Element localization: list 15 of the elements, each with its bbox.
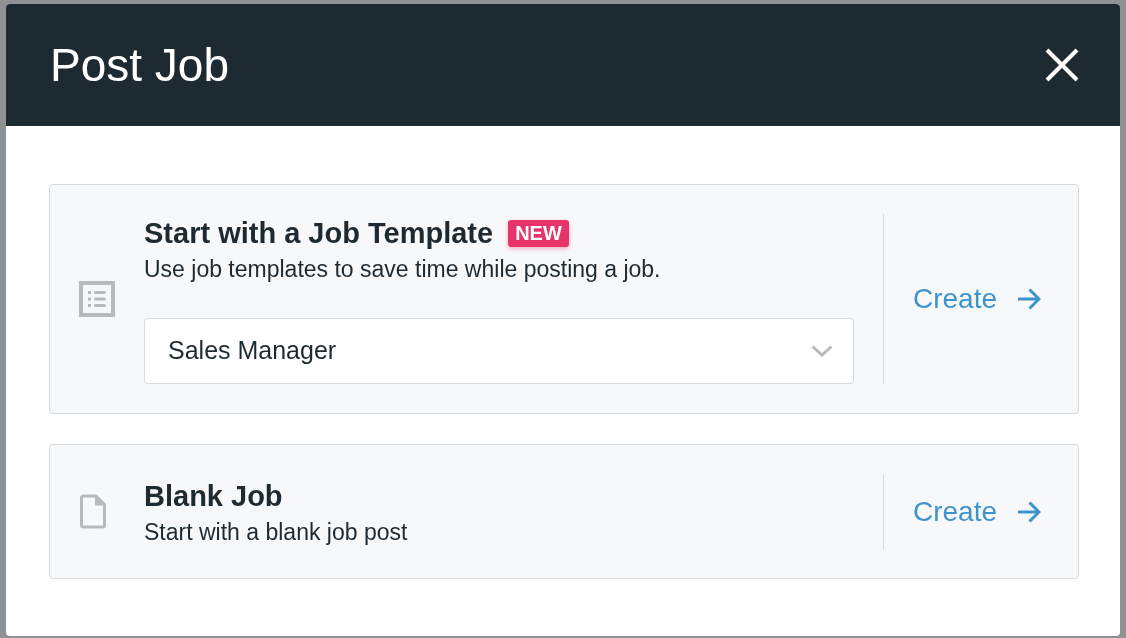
create-link[interactable]: Create bbox=[913, 493, 1042, 530]
list-icon bbox=[79, 281, 115, 317]
arrow-right-icon bbox=[1017, 288, 1042, 310]
dialog-title: Post Job bbox=[50, 38, 229, 93]
new-badge: NEW bbox=[508, 219, 569, 247]
option-description: Start with a blank job post bbox=[144, 517, 409, 547]
create-link[interactable]: Create bbox=[913, 281, 1042, 317]
chevron-down-icon bbox=[811, 345, 833, 357]
close-icon bbox=[1045, 48, 1079, 82]
document-icon bbox=[79, 494, 107, 529]
option-title: Start with a Job Template bbox=[144, 216, 494, 251]
option-description: Use job templates to save time while posting a job. bbox=[144, 255, 662, 284]
arrow-right-icon bbox=[1017, 500, 1042, 523]
option-title: Blank Job bbox=[144, 478, 283, 514]
template-select[interactable]: Sales Manager bbox=[144, 318, 854, 384]
